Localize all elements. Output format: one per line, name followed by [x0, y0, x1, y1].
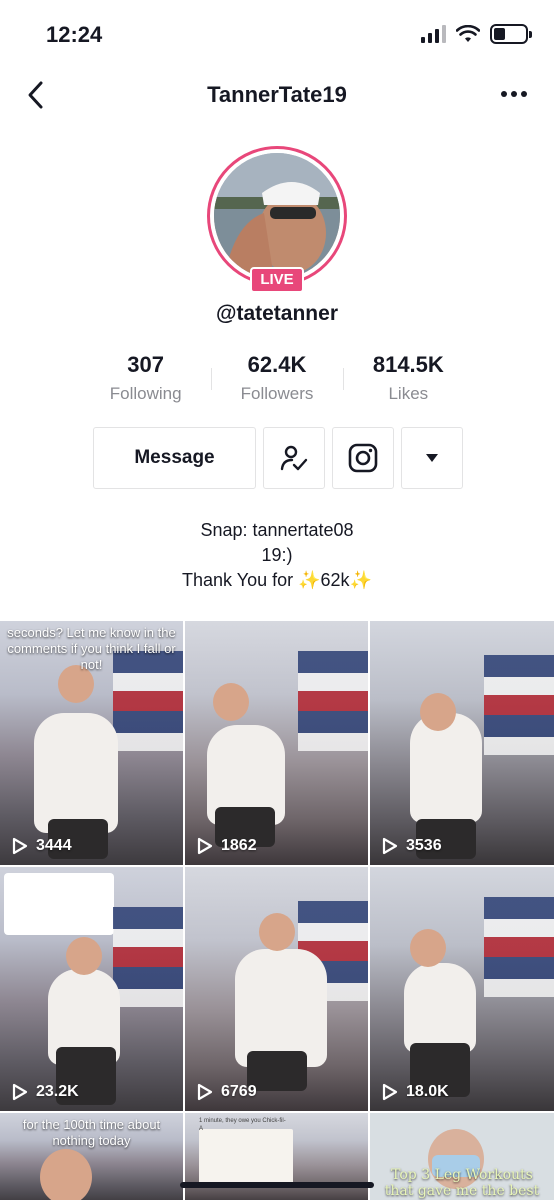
view-count: 1862	[197, 837, 257, 855]
view-count: 6769	[197, 1083, 257, 1101]
battery-icon	[490, 24, 532, 44]
video-thumbnail[interactable]: 23.2K	[0, 867, 183, 1111]
message-button[interactable]: Message	[93, 427, 256, 489]
stat-label: Followers	[240, 384, 314, 403]
top-nav: TannerTate19	[0, 70, 554, 120]
comment-reply-card	[4, 873, 114, 935]
play-icon	[382, 1083, 398, 1101]
instagram-button[interactable]	[332, 427, 394, 489]
video-thumbnail[interactable]: Top 3 Leg Workouts that gave me the best	[370, 1113, 554, 1200]
status-bar: 12:24	[0, 0, 554, 70]
stat-label: Following	[109, 384, 182, 403]
video-thumbnail[interactable]: 6769	[185, 867, 368, 1111]
cellular-signal-icon	[421, 25, 446, 43]
bio-line: Snap: tannertate08	[200, 520, 354, 540]
status-icons	[421, 24, 532, 44]
stat-value: 814.5K	[372, 352, 444, 377]
profile-bio: Snap: tannertate08 19:) Thank You for ✨6…	[0, 518, 554, 593]
status-time: 12:24	[46, 22, 103, 47]
video-caption: seconds? Let me know in the comments if …	[7, 625, 176, 672]
play-icon	[382, 837, 398, 855]
stat-label: Likes	[388, 384, 429, 403]
wifi-icon	[456, 25, 480, 42]
view-count: 3444	[12, 837, 72, 855]
video-thumbnail[interactable]: seconds? Let me know in the comments if …	[0, 621, 183, 865]
bio-line: 19:)	[261, 545, 293, 565]
stat-likes[interactable]: 814.5K Likes	[342, 352, 474, 412]
instagram-icon	[348, 443, 378, 473]
video-thumbnail[interactable]: 1862	[185, 621, 368, 865]
user-check-icon	[280, 445, 308, 471]
more-dot-icon	[501, 91, 507, 97]
video-caption: Top 3 Leg Workouts that gave me the best	[384, 1167, 540, 1199]
video-caption: for the 100th time about nothing today	[22, 1117, 161, 1148]
more-options-button[interactable]	[496, 82, 532, 106]
play-icon	[197, 1083, 213, 1101]
caret-down-icon	[426, 454, 438, 462]
view-count-text: 3536	[406, 837, 442, 854]
stat-value: 62.4K	[247, 352, 307, 377]
view-count-text: 23.2K	[36, 1083, 79, 1100]
video-thumbnail[interactable]: for the 100th time about nothing today	[0, 1113, 183, 1200]
view-count-text: 6769	[221, 1083, 257, 1100]
video-caption: 1 minute, they owe you Chick-fil-A	[199, 1118, 286, 1132]
video-grid: seconds? Let me know in the comments if …	[0, 621, 554, 1200]
play-icon	[12, 837, 28, 855]
avatar	[214, 153, 340, 279]
bio-line: Thank You for ✨62k✨	[182, 570, 372, 590]
view-count-text: 3444	[36, 837, 72, 854]
view-count: 18.0K	[382, 1083, 449, 1101]
page-title: TannerTate19	[207, 82, 347, 107]
live-badge: LIVE	[250, 267, 304, 293]
profile-username: @tatetanner	[215, 302, 338, 325]
following-status-button[interactable]	[263, 427, 325, 489]
video-thumbnail[interactable]: 3536	[370, 621, 554, 865]
view-count-text: 18.0K	[406, 1083, 449, 1100]
view-count: 3536	[382, 837, 442, 855]
food-photo	[199, 1129, 293, 1185]
home-indicator	[180, 1182, 374, 1188]
play-icon	[197, 837, 213, 855]
view-count-text: 1862	[221, 837, 257, 854]
avatar-live-ring[interactable]	[207, 146, 347, 286]
stat-following[interactable]: 307 Following	[80, 352, 211, 412]
profile-stats: 307 Following 62.4K Followers 814.5K Lik…	[80, 352, 474, 412]
suggested-accounts-button[interactable]	[401, 427, 463, 489]
play-icon	[12, 1083, 28, 1101]
stat-value: 307	[127, 352, 165, 377]
stat-followers[interactable]: 62.4K Followers	[211, 352, 342, 412]
profile-actions: Message	[93, 427, 463, 489]
view-count: 23.2K	[12, 1083, 79, 1101]
more-dot-icon	[521, 91, 527, 97]
video-thumbnail[interactable]: 18.0K	[370, 867, 554, 1111]
more-dot-icon	[511, 91, 517, 97]
